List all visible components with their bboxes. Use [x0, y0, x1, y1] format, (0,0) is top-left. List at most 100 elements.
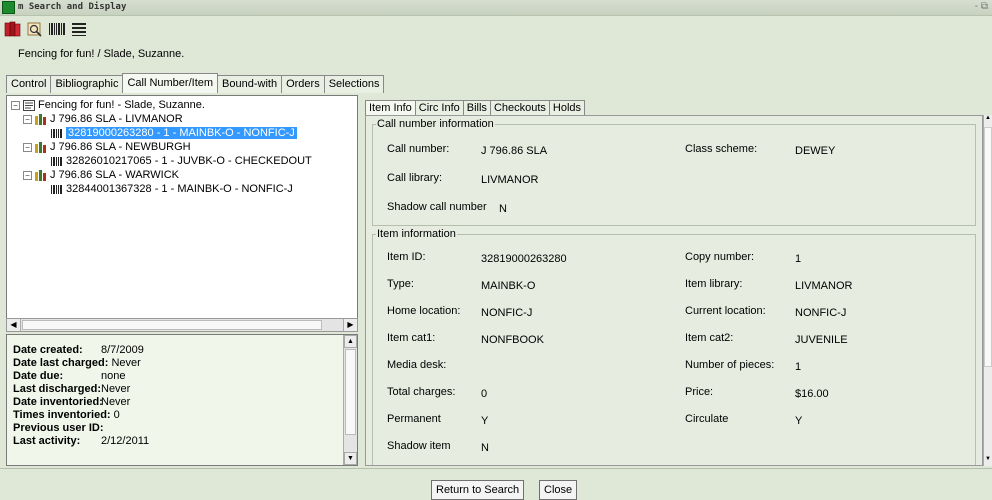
field-label: Copy number: [685, 251, 755, 263]
circulate-value: Y [795, 415, 803, 427]
field-label: Item library: [685, 278, 743, 290]
collapse-icon[interactable]: − [23, 142, 32, 152]
tab-call-number-item[interactable]: Call Number/Item [122, 73, 219, 93]
field-label: Total charges: [387, 386, 456, 398]
scroll-right-icon[interactable]: ▶ [343, 319, 357, 331]
tree-item-node[interactable]: 32826010217065 - 1 - JUVBK-O - CHECKEDOU… [51, 155, 312, 167]
call-number-tree[interactable]: − Fencing for fun! - Slade, Suzanne. − J… [6, 95, 358, 332]
shadow-call-number-value: N [499, 203, 507, 215]
field-label: Item cat1: [387, 332, 436, 344]
copy-number-value: 1 [795, 253, 802, 265]
item-library-value: LIVMANOR [795, 280, 853, 292]
tree-callnum-label: J 796.86 SLA - NEWBURGH [50, 141, 191, 153]
item-id-value: 32819000263280 [481, 253, 567, 265]
tree-callnum-label: J 796.86 SLA - LIVMANOR [50, 113, 183, 125]
call-number-icon [35, 141, 47, 153]
title-record-icon [23, 99, 35, 111]
title-bar: m Search and Display - ⧉ [0, 0, 992, 16]
call-number-value: J 796.86 SLA [481, 145, 548, 157]
call-number-icon [35, 113, 47, 125]
tab-bills[interactable]: Bills [462, 100, 491, 116]
item-cat1-value: NONFBOOK [481, 334, 544, 346]
tab-bound-with[interactable]: Bound-with [217, 75, 283, 93]
collapse-icon[interactable]: − [23, 170, 32, 180]
field-label: Shadow item [387, 440, 451, 452]
books-icon[interactable] [4, 20, 22, 38]
field-label: Call number: [387, 143, 450, 155]
item-info-group: Item information Item ID: 32819000263280… [372, 228, 976, 465]
field-label: Type: [387, 278, 414, 290]
summary-vertical-scrollbar[interactable]: ▲ ▼ [343, 335, 357, 465]
field-label: Current location: [685, 305, 766, 317]
tree-item-label: 32844001367328 - 1 - MAINBK-O - NONFIC-J [66, 183, 293, 195]
scroll-left-icon[interactable]: ◀ [7, 319, 21, 331]
scroll-thumb[interactable] [984, 127, 992, 367]
summary-row: Date due: none [13, 370, 126, 382]
class-scheme-value: DEWEY [795, 145, 836, 157]
barcode-icon[interactable] [48, 20, 66, 38]
tree-callnum-label: J 796.86 SLA - WARWICK [50, 169, 179, 181]
tab-orders[interactable]: Orders [281, 75, 325, 93]
tab-checkouts[interactable]: Checkouts [489, 100, 550, 116]
tree-item-node[interactable]: 32819000263280 - 1 - MAINBK-O - NONFIC-J [51, 127, 297, 139]
window-title: m Search and Display [18, 2, 127, 12]
item-title: Fencing for fun! / Slade, Suzanne. [18, 48, 185, 60]
field-label: Home location: [387, 305, 461, 317]
group-legend: Call number information [376, 118, 495, 130]
tab-control[interactable]: Control [6, 75, 52, 93]
tree-callnum-node[interactable]: − J 796.86 SLA - WARWICK [23, 169, 179, 181]
tree-callnum-node[interactable]: − J 796.86 SLA - NEWBURGH [23, 141, 191, 153]
tab-bibliographic[interactable]: Bibliographic [50, 75, 124, 93]
number-of-pieces-value: 1 [795, 361, 802, 373]
tree-item-node[interactable]: 32844001367328 - 1 - MAINBK-O - NONFIC-J [51, 183, 293, 195]
item-info-panel: Call number information Call number: J 7… [365, 115, 983, 466]
summary-row: Previous user ID: [13, 422, 104, 434]
field-label: Item cat2: [685, 332, 734, 344]
scroll-up-icon[interactable]: ▲ [984, 115, 992, 125]
summary-row: Times inventoried: 0 [13, 409, 120, 421]
scroll-thumb[interactable] [345, 349, 356, 435]
scroll-down-icon[interactable]: ▼ [344, 452, 357, 465]
tab-selections[interactable]: Selections [323, 75, 385, 93]
summary-row: Date created: 8/7/2009 [13, 344, 144, 356]
call-number-info-group: Call number information Call number: J 7… [372, 118, 976, 226]
field-label: Number of pieces: [685, 359, 775, 371]
call-number-icon [35, 169, 47, 181]
main-tabs: Control Bibliographic Call Number/Item B… [6, 73, 385, 93]
total-charges-value: 0 [481, 388, 488, 400]
return-to-search-button[interactable]: Return to Search [431, 480, 525, 500]
window-controls[interactable]: - ⧉ [975, 1, 988, 12]
price-value: $16.00 [795, 388, 829, 400]
item-sub-tabs: Item Info Circ Info Bills Checkouts Hold… [365, 100, 586, 116]
scroll-up-icon[interactable]: ▲ [344, 335, 357, 348]
field-label: Price: [685, 386, 714, 398]
close-button[interactable]: Close [539, 480, 578, 500]
item-summary-panel: Date created: 8/7/2009 Date last charged:… [6, 334, 358, 466]
tab-circ-info[interactable]: Circ Info [414, 100, 464, 116]
field-label: Item ID: [387, 251, 426, 263]
summary-row: Last activity: 2/12/2011 [13, 435, 150, 447]
tree-callnum-node[interactable]: − J 796.86 SLA - LIVMANOR [23, 113, 183, 125]
summary-row: Date last charged: Never [13, 357, 141, 369]
barcode-icon [51, 184, 63, 195]
call-library-value: LIVMANOR [481, 174, 539, 186]
tab-holds[interactable]: Holds [548, 100, 586, 116]
collapse-icon[interactable]: − [11, 100, 20, 110]
item-info-vertical-scrollbar[interactable]: ▲ ▼ [983, 115, 992, 466]
app-icon [2, 1, 15, 14]
collapse-icon[interactable]: − [23, 114, 32, 124]
scroll-down-icon[interactable]: ▼ [984, 456, 992, 466]
field-label: Shadow call number [387, 201, 487, 213]
tree-root-label: Fencing for fun! - Slade, Suzanne. [38, 99, 205, 111]
tree-root[interactable]: − Fencing for fun! - Slade, Suzanne. [11, 99, 205, 111]
summary-row: Date inventoried:Never [13, 396, 131, 408]
tree-horizontal-scrollbar[interactable]: ◀ ▶ [6, 318, 358, 332]
library-search-icon[interactable] [26, 20, 44, 38]
summary-row: Last discharged:Never [13, 383, 131, 395]
item-list-icon[interactable] [70, 20, 88, 38]
item-cat2-value: JUVENILE [795, 334, 848, 346]
shadow-item-value: N [481, 442, 489, 454]
field-label: Call library: [387, 172, 443, 184]
tab-item-info[interactable]: Item Info [365, 100, 416, 116]
scroll-thumb[interactable] [22, 320, 322, 330]
